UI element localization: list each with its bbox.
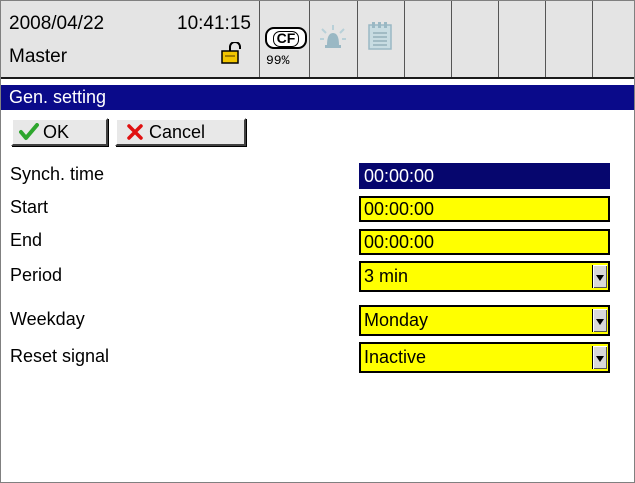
end-label: End [10,230,43,250]
start-field[interactable]: 00:00:00 [359,196,610,222]
cf-card-icon: CF [265,27,307,49]
synch-time-value: 00:00:00 [364,166,435,186]
chevron-down-icon[interactable] [592,346,607,369]
datetime-panel: 2008/04/22 10:41:15 Master [1,1,260,77]
weekday-select[interactable]: Monday [359,305,610,336]
status-slot-8 [546,1,593,77]
reset-signal-label: Reset signal [10,346,110,366]
row-period: Period 3 min [1,261,634,295]
check-icon [19,123,39,147]
row-synch-time: Synch. time 00:00:00 [1,161,634,189]
lock-open-icon [221,41,245,68]
ok-button[interactable]: OK [11,118,108,146]
cf-card-status: CF 99% [260,1,310,77]
reset-signal-value: Inactive [364,347,427,367]
cf-percent: 99% [266,53,290,68]
row-start: Start 00:00:00 [1,194,634,222]
action-bar: OK Cancel [1,111,634,151]
cancel-button[interactable]: Cancel [115,118,246,146]
status-slot-6 [452,1,499,77]
end-field[interactable]: 00:00:00 [359,229,610,255]
memo-icon [366,21,394,55]
synch-time-field[interactable]: 00:00:00 [359,163,610,189]
period-label: Period [10,265,63,285]
end-value: 00:00:00 [364,232,435,252]
status-user: Master [9,46,68,67]
period-select[interactable]: 3 min [359,261,610,292]
weekday-label: Weekday [10,309,85,329]
row-weekday: Weekday Monday [1,305,634,339]
weekday-value: Monday [364,310,429,330]
synch-time-label: Synch. time [10,164,105,184]
status-date: 2008/04/22 [9,13,105,34]
status-time: 10:41:15 [177,13,251,34]
cf-label: CF [276,30,296,46]
start-label: Start [10,197,49,217]
chevron-down-icon[interactable] [592,265,607,288]
status-bar: 2008/04/22 10:41:15 Master CF 99% [1,1,634,79]
status-slot-9 [593,1,634,77]
alarm-slot[interactable] [310,1,358,77]
chevron-down-icon[interactable] [592,309,607,332]
window-title: Gen. setting [1,85,634,110]
status-slot-7 [499,1,546,77]
reset-signal-select[interactable]: Inactive [359,342,610,373]
device-screen: 2008/04/22 10:41:15 Master CF 99% Gen. s… [0,0,635,483]
row-end: End 00:00:00 [1,227,634,255]
status-slot-5 [405,1,452,77]
alarm-icon [318,23,348,57]
ok-label: OK [43,122,70,142]
period-value: 3 min [364,266,409,286]
start-value: 00:00:00 [364,199,435,219]
memo-slot[interactable] [358,1,405,77]
cancel-label: Cancel [149,122,206,142]
row-reset-signal: Reset signal Inactive [1,342,634,376]
close-icon [126,123,144,147]
